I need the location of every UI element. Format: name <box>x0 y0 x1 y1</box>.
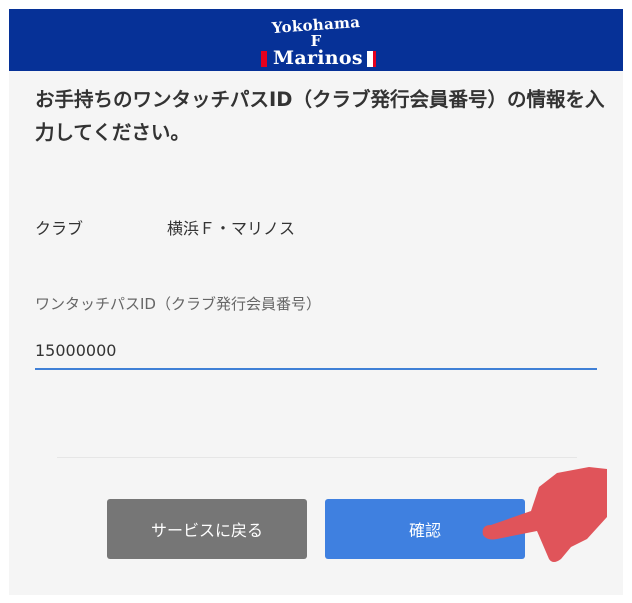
club-value: 横浜Ｆ・マリノス <box>167 219 296 238</box>
hand-pointer-icon <box>482 467 607 562</box>
logo-red-bar <box>261 51 267 67</box>
logo-tricolor-bar <box>366 51 376 67</box>
page-instruction: お手持ちのワンタッチパスID（クラブ発行会員番号）の情報を入力してください。 <box>35 88 605 144</box>
one-touch-pass-id-label: ワンタッチパスID（クラブ発行会員番号） <box>35 295 321 313</box>
section-divider <box>57 457 577 458</box>
back-to-service-button[interactable]: サービスに戻る <box>107 499 307 559</box>
logo-line-marinos: Marinos <box>273 47 363 69</box>
site-header: Yokohama F Marinos <box>9 9 623 71</box>
club-logo: Yokohama F Marinos <box>257 11 376 71</box>
one-touch-pass-id-input[interactable] <box>35 332 597 370</box>
page-frame: Yokohama F Marinos お手持ちのワンタッチパスID（クラブ発行会… <box>9 9 623 595</box>
club-label: クラブ <box>35 219 84 238</box>
logo-line-marinos-wrap: Marinos <box>257 48 379 68</box>
